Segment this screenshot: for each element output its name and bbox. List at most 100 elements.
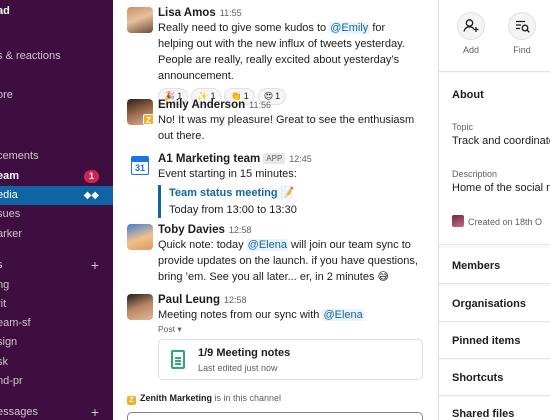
sidebar-item[interactable]: eam-sf xyxy=(0,314,113,333)
sidebar-item-label: rit xyxy=(0,298,7,310)
sender-name[interactable]: Emily Anderson xyxy=(158,99,245,111)
workspace-sidebar: ad s & reactions ore cements eam 1 edia ◆◆ sues a… xyxy=(0,0,113,420)
sidebar-item-label: essages xyxy=(0,406,38,418)
add-person-icon xyxy=(457,12,485,40)
message-text: Event starting in 15 minutes: xyxy=(158,168,297,180)
timestamp[interactable]: 11:56 xyxy=(249,100,271,110)
sidebar-item[interactable]: ore xyxy=(0,86,113,105)
channel-member-note: Z Zenith Marketing is in this channel xyxy=(127,393,281,405)
timestamp[interactable]: 12:58 xyxy=(224,295,247,305)
section-title: Pinned items xyxy=(452,335,521,347)
sender-name[interactable]: Toby Davies xyxy=(158,224,225,236)
timestamp[interactable]: 12:45 xyxy=(289,154,312,164)
section-title: Shortcuts xyxy=(452,372,504,384)
calendar-icon[interactable]: 31 xyxy=(127,153,153,179)
sidebar-item[interactable]: essages + xyxy=(0,403,113,420)
sidebar-item-label: nd-pr xyxy=(0,375,23,387)
message-text: Quick note: today @Elena will join our t… xyxy=(158,239,418,283)
message-composer[interactable] xyxy=(127,412,423,420)
sidebar-item[interactable]: s+ xyxy=(0,256,113,275)
sender-name[interactable]: A1 Marketing team xyxy=(158,153,260,165)
sidebar-item-label: sign xyxy=(0,336,18,348)
about-section: About Topic Track and coordinate Descrip… xyxy=(439,73,550,245)
sidebar-item[interactable]: s & reactions xyxy=(0,47,113,66)
mention[interactable]: @Emily xyxy=(329,22,370,34)
find-button[interactable]: Find xyxy=(502,12,542,55)
message-text: No! It was my pleasure! Great to see the… xyxy=(158,114,415,142)
sidebar-item[interactable]: ad xyxy=(0,2,113,21)
section-members[interactable]: Members xyxy=(439,248,550,284)
timestamp[interactable]: 11:55 xyxy=(220,8,242,18)
sender-name[interactable]: Paul Leung xyxy=(158,294,220,306)
sidebar-item-label: arker xyxy=(0,228,23,240)
sidebar-item-label: eam xyxy=(0,170,20,182)
org-badge: Z xyxy=(127,396,136,405)
message-text: Meeting notes from our sync with @Elena xyxy=(158,309,364,321)
sidebar-item-label: ore xyxy=(0,89,13,101)
document-title: 1/9 Meeting notes xyxy=(198,347,291,359)
add-icon[interactable]: + xyxy=(91,403,99,420)
section-shortcuts[interactable]: Shortcuts xyxy=(439,360,550,396)
channel-details-pane: Add Find About Topic Track and coordinat… xyxy=(438,0,550,420)
sidebar-item-label: eam-sf xyxy=(0,317,31,329)
shared-channel-icon: ◆◆ xyxy=(83,190,99,201)
details-actions: Add Find xyxy=(439,0,550,72)
sidebar-item-label: s & reactions xyxy=(0,50,61,62)
sidebar-item[interactable]: cements xyxy=(0,147,113,166)
event-attachment: Team status meeting 📝 Today from 13:00 t… xyxy=(158,185,423,218)
sidebar-item[interactable]: eam 1 xyxy=(0,167,113,186)
topic-label: Topic xyxy=(452,122,474,132)
about-title[interactable]: About xyxy=(452,89,484,101)
sidebar-item-label: sues xyxy=(0,208,21,220)
document-subtitle: Last edited just now xyxy=(198,363,278,373)
sidebar-item-label: cements xyxy=(0,150,39,162)
avatar[interactable] xyxy=(127,224,153,250)
created-info: Created on 18th O xyxy=(452,215,550,227)
sidebar-item[interactable]: arker xyxy=(0,225,113,244)
section-title: Organisations xyxy=(452,298,526,310)
timestamp[interactable]: 12:58 xyxy=(229,225,252,235)
sidebar-item[interactable]: edia ◆◆ xyxy=(0,186,113,205)
org-badge: Z xyxy=(143,114,154,125)
post-label[interactable]: Post ▾ xyxy=(158,324,423,335)
add-icon[interactable]: + xyxy=(91,256,99,275)
add-button[interactable]: Add xyxy=(451,12,491,55)
document-icon xyxy=(171,350,185,369)
event-link[interactable]: Team status meeting 📝 xyxy=(169,185,423,201)
topic-value[interactable]: Track and coordinate xyxy=(452,135,550,147)
section-shared-files[interactable]: Shared files xyxy=(439,397,550,420)
find-icon xyxy=(508,12,536,40)
mention[interactable]: @Elena xyxy=(246,239,288,251)
sidebar-item[interactable]: ng xyxy=(0,276,113,295)
sidebar-item[interactable]: sk xyxy=(0,353,113,372)
description-label: Description xyxy=(452,169,498,179)
sender-name[interactable]: Lisa Amos xyxy=(158,7,216,19)
section-title: Members xyxy=(452,260,501,272)
description-value[interactable]: Home of the social m xyxy=(452,182,550,194)
mention[interactable]: @Elena xyxy=(322,309,364,321)
sidebar-item-label: ad xyxy=(0,5,10,17)
document-card[interactable]: 1/9 Meeting notes Last edited just now xyxy=(158,339,423,380)
message-pane: Lisa Amos 11:55 Really need to give some … xyxy=(113,0,438,420)
avatar[interactable] xyxy=(127,294,153,320)
find-label: Find xyxy=(513,45,531,55)
sidebar-item[interactable]: sues xyxy=(0,205,113,224)
message-text: Really need to give some kudos to @Emily… xyxy=(158,22,405,82)
app-tag: APP xyxy=(263,153,286,164)
section-organisations[interactable]: Organisations xyxy=(439,286,550,322)
add-label: Add xyxy=(462,45,479,55)
sidebar-item-label: s xyxy=(0,256,3,275)
unread-badge: 1 xyxy=(84,170,99,183)
sidebar-item-label: ng xyxy=(0,279,10,291)
sidebar-item[interactable]: sign xyxy=(0,333,113,352)
avatar xyxy=(452,215,464,227)
sidebar-item-label: sk xyxy=(0,356,8,368)
org-name[interactable]: Zenith Marketing xyxy=(140,393,212,403)
sidebar-item-label: edia xyxy=(0,189,18,201)
avatar[interactable] xyxy=(127,7,153,33)
section-title: Shared files xyxy=(452,408,515,420)
section-pinned-items[interactable]: Pinned items xyxy=(439,323,550,359)
sidebar-item[interactable]: rit xyxy=(0,295,113,314)
event-time: Today from 13:00 to 13:30 xyxy=(169,204,297,216)
sidebar-item[interactable]: nd-pr xyxy=(0,372,113,391)
